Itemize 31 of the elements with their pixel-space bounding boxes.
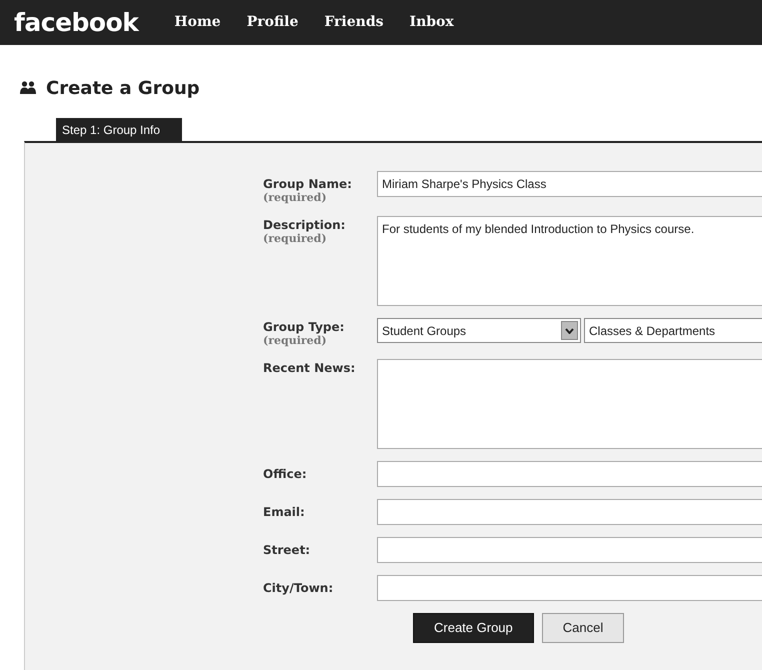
- field-label: City/Town:: [263, 581, 334, 595]
- page-heading: Create a Group: [46, 76, 200, 100]
- field-label: Recent News:: [263, 361, 356, 375]
- required-hint: (required): [263, 191, 328, 204]
- text-area[interactable]: For students of my blended Introduction to Physics course.: [377, 216, 762, 306]
- field-label: Group Type:: [263, 320, 346, 334]
- nav-link[interactable]: Home: [174, 12, 221, 33]
- people-icon: [20, 81, 36, 95]
- field-label: Group Name:: [263, 177, 353, 191]
- nav-link[interactable]: Friends: [324, 12, 384, 33]
- text-field[interactable]: [377, 499, 762, 525]
- text-field[interactable]: [377, 575, 762, 601]
- field-label: Office:: [263, 467, 308, 481]
- field-label: Street:: [263, 543, 312, 557]
- required-hint: (required): [263, 232, 328, 245]
- text-field[interactable]: [377, 461, 762, 487]
- nav-link[interactable]: Inbox: [410, 12, 454, 33]
- logo[interactable]: facebook: [14, 4, 138, 42]
- text-area[interactable]: [377, 359, 762, 449]
- text-field[interactable]: Miriam Sharpe's Physics Class: [377, 171, 762, 197]
- dropdown[interactable]: Student Groups: [377, 318, 581, 343]
- nav-link[interactable]: Profile: [246, 12, 298, 33]
- field-label: Description:: [263, 218, 346, 232]
- create-group-button[interactable]: Create Group: [413, 613, 534, 643]
- required-hint: (required): [263, 334, 328, 347]
- cancel-button[interactable]: Cancel: [542, 613, 624, 643]
- caret-icon: [565, 328, 574, 334]
- text-field[interactable]: [377, 537, 762, 563]
- tab[interactable]: Step 1: Group Info: [56, 118, 182, 141]
- field-label: Email:: [263, 505, 306, 519]
- dropdown[interactable]: Classes & Departments: [584, 318, 762, 343]
